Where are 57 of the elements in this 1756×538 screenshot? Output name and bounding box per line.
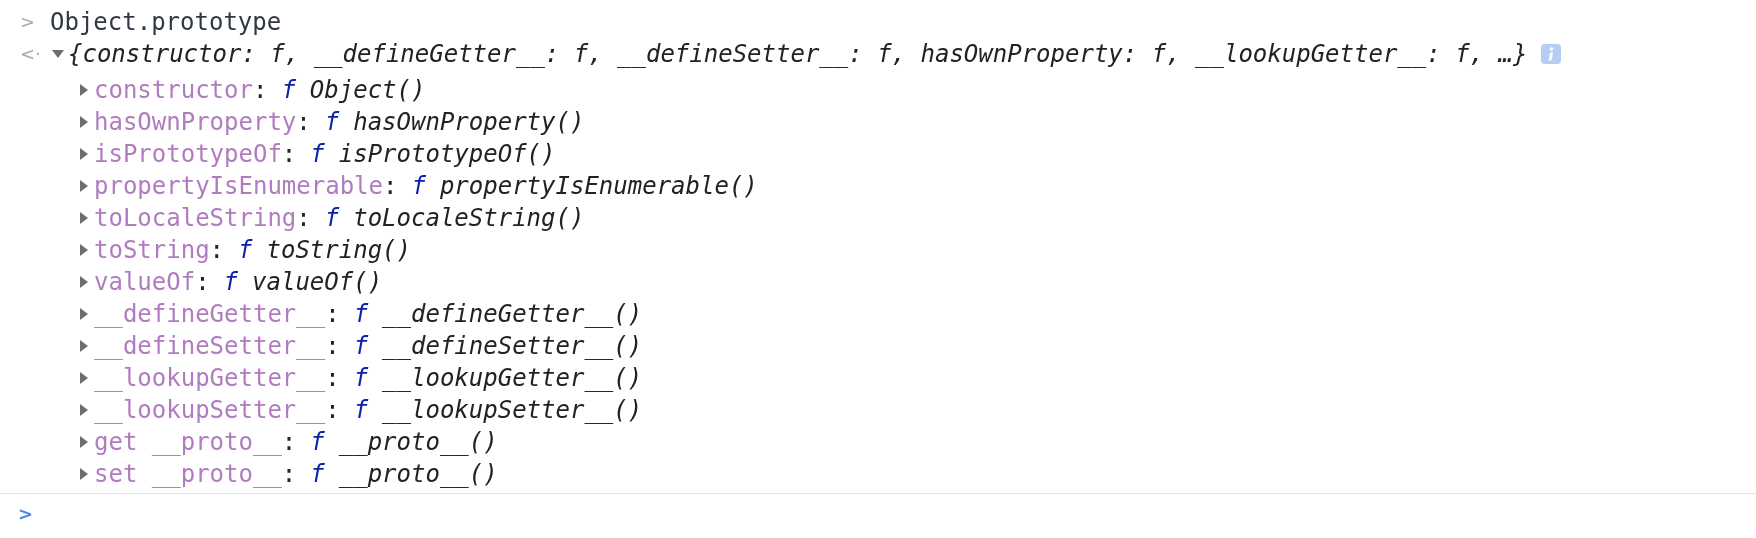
- colon: :: [252, 75, 268, 106]
- property-value: Object(): [309, 75, 426, 106]
- property-key: __lookupSetter__: [94, 394, 326, 426]
- function-marker: f: [310, 459, 325, 490]
- colon: :: [296, 203, 311, 234]
- property-key: get __proto__: [94, 426, 282, 458]
- property-value: propertyIsEnumerable(): [439, 171, 758, 202]
- function-marker: f: [353, 395, 369, 426]
- property-value: __proto__(): [338, 427, 498, 458]
- function-marker: f: [238, 235, 253, 266]
- colon: :: [325, 395, 340, 426]
- property-key: __lookupGetter__: [94, 362, 326, 394]
- property-key: set __proto__: [94, 458, 282, 490]
- colon: :: [209, 235, 225, 266]
- result-marker: <·: [20, 42, 42, 66]
- object-summary: {constructor: f, __defineGetter__: f, __defineSetter__: f, hasOwnProperty: f, __lookupGetter__: f, …}: [68, 39, 1528, 70]
- function-marker: f: [353, 363, 369, 394]
- property-value: valueOf(): [252, 267, 383, 298]
- property-key: __defineSetter__: [94, 330, 326, 362]
- property-value: toString(): [266, 235, 411, 266]
- property-key: toLocaleString: [94, 202, 297, 234]
- colon: :: [195, 267, 210, 298]
- property-value: __defineGetter__(): [382, 299, 643, 330]
- function-marker: f: [223, 267, 239, 298]
- property-value: hasOwnProperty(): [353, 107, 585, 138]
- property-key: toString: [94, 234, 210, 266]
- input-text: Object.prototype: [50, 7, 282, 38]
- function-marker: f: [310, 427, 325, 458]
- function-marker: f: [310, 139, 325, 170]
- property-key: valueOf: [94, 266, 196, 298]
- property-key: isPrototypeOf: [94, 138, 282, 170]
- function-marker: f: [324, 107, 340, 138]
- property-value: toLocaleString(): [353, 203, 585, 234]
- colon: :: [281, 459, 297, 490]
- property-value: __defineSetter__(): [382, 331, 643, 362]
- property-key: __defineGetter__: [94, 298, 326, 330]
- function-marker: f: [324, 203, 340, 234]
- function-marker: f: [411, 171, 426, 202]
- colon: :: [281, 139, 297, 170]
- input-prompt: >: [20, 10, 37, 34]
- property-key: hasOwnProperty: [94, 106, 297, 138]
- property-key: constructor: [94, 74, 253, 106]
- property-value: __lookupGetter__(): [382, 363, 643, 394]
- console-prompt[interactable]: >: [18, 502, 34, 524]
- colon: :: [325, 331, 340, 362]
- property-value: __lookupSetter__(): [382, 395, 643, 426]
- property-key: propertyIsEnumerable: [94, 170, 383, 202]
- property-value: __proto__(): [338, 459, 498, 490]
- colon: :: [325, 299, 340, 330]
- colon: :: [383, 171, 398, 202]
- function-marker: f: [281, 75, 296, 106]
- colon: :: [296, 107, 311, 138]
- colon: :: [325, 363, 340, 394]
- colon: :: [281, 427, 297, 458]
- function-marker: f: [353, 299, 369, 330]
- property-value: isPrototypeOf(): [338, 139, 556, 170]
- function-marker: f: [353, 331, 369, 362]
